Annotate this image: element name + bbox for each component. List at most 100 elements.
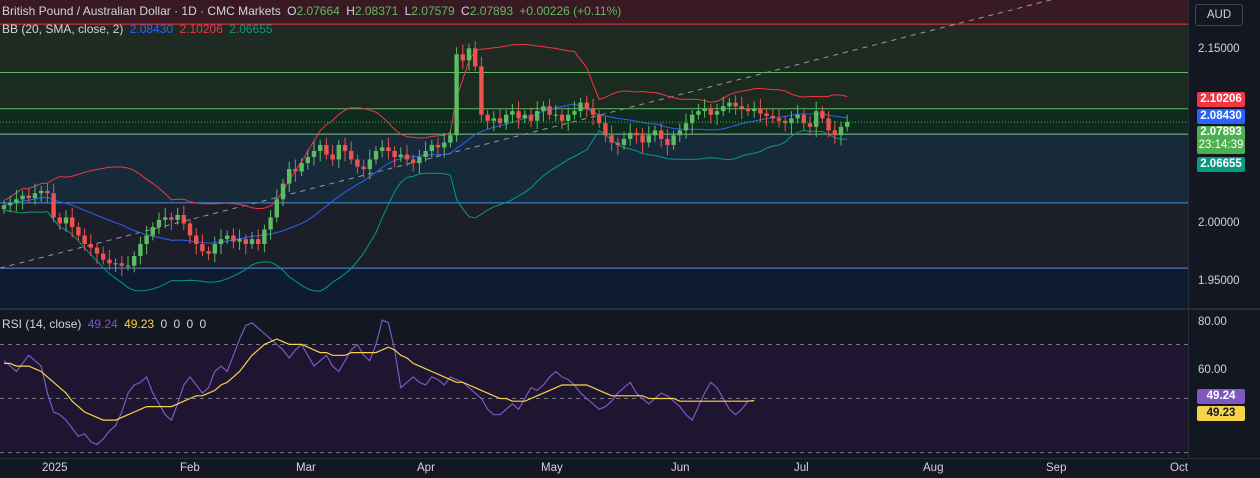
candle-body	[237, 239, 242, 242]
candle-body	[76, 227, 81, 236]
candle-body	[373, 150, 379, 160]
candle-body	[702, 108, 707, 112]
candle-body	[125, 265, 131, 267]
candle-body	[566, 114, 571, 121]
rsi-zero-4: 0	[199, 317, 207, 331]
x-tick-jul: Jul	[794, 462, 809, 474]
candle-body	[528, 114, 534, 121]
candle-body	[776, 118, 782, 121]
candle-body	[665, 138, 670, 145]
candle-body	[119, 263, 124, 266]
candle-body	[107, 259, 112, 264]
candle-body	[745, 108, 751, 112]
x-tick-feb: Feb	[180, 462, 200, 474]
bb-label: BB (20, SMA, close, 2)	[2, 22, 124, 36]
candle-body	[801, 114, 806, 124]
candle-body	[113, 263, 118, 265]
countdown-value: 23:14:39	[1198, 139, 1244, 151]
candle-body	[826, 118, 831, 131]
candle-body	[572, 111, 577, 115]
x-tick-may: May	[541, 462, 563, 474]
rsi-tick-60: 60.00	[1198, 364, 1227, 376]
rsi-label: RSI (14, close)	[2, 317, 82, 331]
rsi-value: 49.24	[87, 317, 118, 331]
candle-body	[305, 157, 310, 164]
candle-body	[634, 132, 639, 136]
candle-body	[621, 138, 627, 145]
price-zone-5	[0, 202, 1188, 269]
last-price-tag: 2.07893 23:14:39	[1197, 126, 1245, 154]
candle-body	[429, 144, 434, 151]
candle-body	[361, 166, 366, 170]
candle-body	[175, 214, 180, 220]
bb-legend[interactable]: BB (20, SMA, close, 2) 2.08430 2.10206 2…	[2, 22, 276, 36]
candle-body	[51, 193, 56, 218]
candle-body	[94, 247, 100, 254]
rsi-zero-1: 0	[160, 317, 168, 331]
candle-body	[845, 121, 850, 127]
rsi-legend[interactable]: RSI (14, close) 49.24 49.23 0 0 0 0	[2, 317, 209, 331]
candle-body	[212, 243, 217, 254]
candle-body	[57, 217, 62, 224]
candle-body	[330, 154, 335, 160]
candle-body	[820, 111, 825, 119]
candle-body	[795, 114, 800, 119]
price-zone-4	[0, 134, 1188, 203]
candle-body	[708, 108, 713, 115]
bb-mid-value: 2.08430	[129, 22, 174, 36]
candle-body	[696, 111, 701, 115]
candle-body	[70, 217, 75, 228]
candle-body	[770, 115, 775, 119]
candle-body	[541, 106, 546, 112]
candle-body	[26, 195, 31, 199]
change-value: +0.00226 (+0.11%)	[519, 4, 622, 18]
candle-body	[231, 235, 236, 242]
close-value: 2.07893	[469, 4, 514, 18]
symbol-legend[interactable]: British Pound / Australian Dollar · 1D ·…	[2, 4, 624, 18]
candle-body	[677, 130, 682, 136]
candle-body	[398, 154, 403, 158]
candle-body	[194, 235, 199, 244]
x-tick-aug: Aug	[923, 462, 944, 474]
candle-body	[82, 235, 87, 244]
candle-body	[423, 150, 428, 158]
candle-body	[14, 199, 19, 203]
chart-canvas[interactable]	[0, 0, 1260, 478]
candle-body	[466, 48, 472, 61]
candle-body	[169, 217, 174, 220]
candle-body	[628, 132, 633, 139]
candle-body	[274, 199, 279, 218]
candle-body	[262, 229, 267, 244]
candle-body	[590, 108, 596, 115]
candle-body	[448, 135, 453, 143]
x-tick-2025: 2025	[42, 462, 68, 474]
candle-body	[460, 54, 465, 61]
x-tick-mar: Mar	[296, 462, 316, 474]
candle-body	[156, 219, 162, 228]
candle-body	[578, 102, 583, 112]
y-tick-2-00: 2.00000	[1198, 217, 1240, 229]
candle-body	[479, 66, 484, 115]
candle-body	[355, 159, 360, 167]
x-tick-jun: Jun	[671, 462, 690, 474]
candle-body	[510, 111, 515, 115]
candle-body	[473, 48, 478, 67]
candle-body	[807, 123, 813, 127]
open-value: 2.07664	[296, 4, 340, 18]
currency-selector[interactable]: AUD	[1195, 4, 1243, 26]
candle-body	[132, 256, 137, 266]
candle-body	[138, 243, 143, 257]
rsi-zero-3: 0	[186, 317, 194, 331]
candle-body	[32, 193, 38, 199]
close-label: C	[461, 4, 470, 18]
candle-body	[88, 243, 93, 248]
candle-body	[225, 235, 230, 240]
rsi-ma-value: 49.23	[124, 317, 155, 331]
price-zone-6	[0, 268, 1188, 308]
x-tick-oct: Oct	[1170, 462, 1188, 474]
candle-body	[39, 190, 44, 194]
candle-body	[243, 239, 248, 244]
candle-body	[318, 144, 323, 151]
candle-body	[417, 157, 422, 164]
candle-body	[20, 195, 25, 200]
